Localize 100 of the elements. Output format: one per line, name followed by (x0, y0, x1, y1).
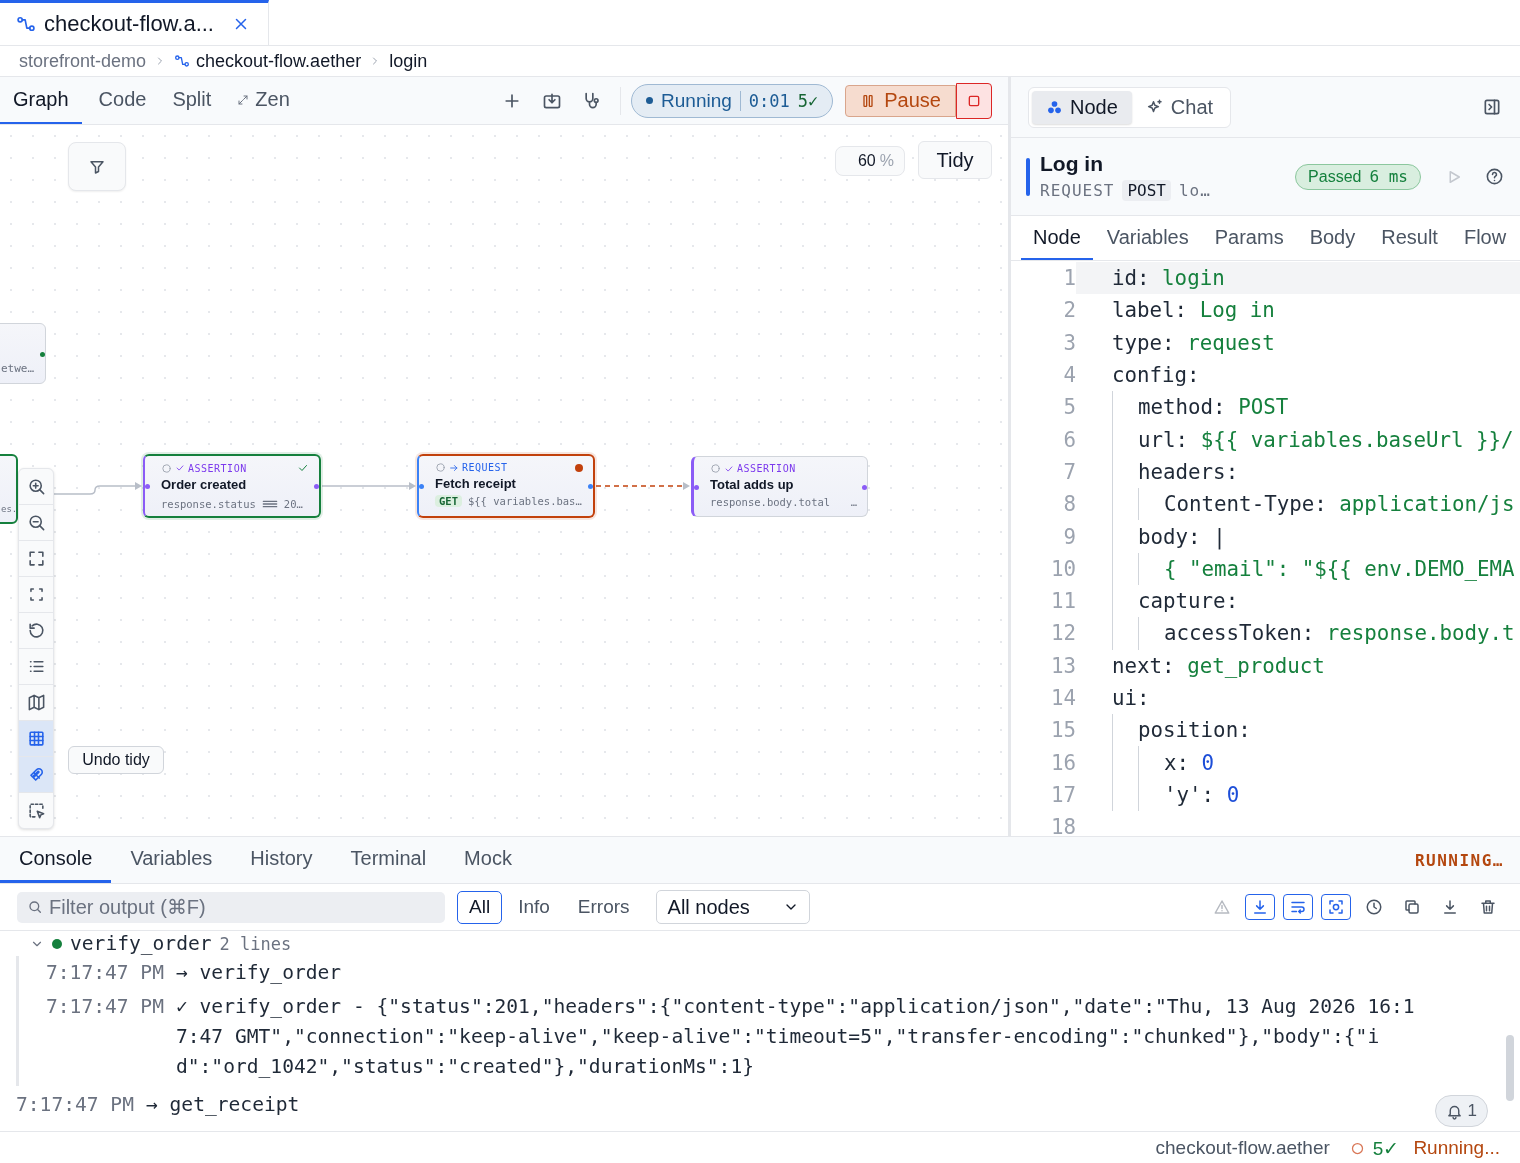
port-dot (694, 484, 699, 490)
code-line: 'y': 0 (1164, 782, 1240, 807)
status-ring-icon (710, 463, 721, 474)
scrollbar-thumb[interactable] (1506, 1035, 1514, 1101)
log-message: ✓ verify_order - {"status":201,"headers":{"content-type":"application/json","date":"Thu, 13 Aug 2026 16:17:47 GMT","connection":"keep-alive","keep-alive":"timeout=5","transfer-encoding":"chunked"},"body":{"id":"ord_1042","status":"created"},"durationMs":1} (175, 994, 1416, 1080)
code-line: method: POST (1138, 395, 1289, 420)
inspector-tab[interactable]: Node (1021, 216, 1093, 260)
flow-node[interactable]: etwe… (0, 323, 46, 384)
status-dot (575, 463, 583, 472)
inspector-tab[interactable]: Variables (1094, 216, 1201, 260)
node-detail: response.body.total (710, 496, 831, 508)
run-label: Running (661, 89, 732, 112)
node-detail: response.status (161, 498, 256, 510)
inspector-tab[interactable]: Params (1202, 216, 1296, 260)
status-ring-icon (435, 462, 446, 473)
console-tab[interactable]: History (231, 837, 332, 883)
mode-tab[interactable]: Chat (1131, 90, 1228, 124)
code-line: x: 0 (1164, 750, 1215, 775)
line-count: 2 lines (219, 933, 292, 956)
inspector-tab[interactable]: Result (1369, 216, 1450, 260)
file-tab[interactable]: checkout-flow.a... (0, 0, 269, 45)
flow-icon (16, 14, 36, 34)
node-dropdown[interactable]: All nodes (655, 890, 810, 924)
node-title: Order created (161, 477, 248, 492)
console-tool-button[interactable] (1321, 894, 1351, 920)
console-tab[interactable]: Terminal (331, 837, 446, 883)
code-line: Content-Type: application/js (1164, 492, 1515, 517)
log-message: → get_receipt (145, 1092, 301, 1118)
code-line: type: request (1112, 330, 1275, 355)
node-target: lo… (1178, 181, 1211, 200)
trash-icon (1479, 898, 1497, 916)
inspector-tab[interactable]: Body (1297, 216, 1368, 260)
view-tab[interactable]: Split (159, 77, 225, 124)
console-tool-button[interactable] (1245, 894, 1275, 920)
breadcrumb-link[interactable]: login (389, 50, 428, 72)
code-line: headers: (1138, 459, 1239, 484)
log-message: → verify_order (175, 960, 343, 986)
group-name[interactable]: verify_order (70, 932, 212, 956)
zoom-out-icon (26, 513, 46, 532)
method-badge: GET (435, 495, 462, 507)
node-value: … (850, 496, 857, 508)
node-detail: ${{ variables.bas… (467, 495, 582, 507)
code-line: id: login (1112, 266, 1225, 291)
console-tab[interactable]: Console (0, 837, 112, 883)
zoom-level: 60 % (835, 146, 905, 176)
method-badge: POST (1122, 180, 1171, 201)
console-tab[interactable]: Variables (111, 837, 232, 883)
notifications-button[interactable]: 1 (1434, 1095, 1488, 1127)
flow-node[interactable]: ASSERTION Order created response.status 20… (143, 454, 321, 518)
level-filter-button[interactable]: All (457, 890, 503, 924)
code-line: capture: (1138, 589, 1239, 614)
stop-button[interactable] (956, 82, 992, 119)
expand-icon (237, 93, 250, 106)
code-line: { "email": "${{ env.DEMO_EMA (1164, 556, 1515, 581)
view-tab[interactable]: Code (85, 77, 160, 124)
node-type: ASSERTION (188, 462, 247, 474)
canvas-tool-button[interactable] (19, 757, 53, 793)
port-dot (588, 484, 593, 489)
node-title: Log in (1040, 152, 1104, 176)
tidy-button[interactable]: Tidy (918, 141, 992, 179)
pause-button[interactable]: Pause (845, 84, 956, 117)
flow-icon (174, 53, 191, 69)
cluster-icon (1046, 98, 1063, 116)
port-dot (862, 484, 867, 490)
code-line: url: ${{ variables.baseUrl }}/ (1138, 427, 1514, 452)
canvas-tool-button[interactable] (19, 721, 53, 757)
flow-node[interactable]: es. (0, 454, 18, 524)
mode-tab[interactable]: Node (1032, 90, 1132, 124)
map-icon (26, 693, 46, 712)
inspector-tab[interactable]: Flow (1451, 216, 1519, 260)
breadcrumb-link[interactable]: checkout-flow.aether (174, 50, 362, 72)
node-type: REQUEST (1040, 181, 1115, 200)
log-time: 7:17:47 PM (16, 1092, 134, 1118)
status-file: checkout-flow.aether (1155, 1137, 1330, 1159)
view-tab[interactable]: Zen (224, 77, 303, 124)
level-filter-button[interactable]: Errors (565, 890, 642, 924)
grid-icon (26, 729, 46, 748)
flow-node[interactable]: REQUEST Fetch receipt GET ${{ variables.bas… (417, 454, 595, 518)
code-line: next: get_product (1112, 653, 1325, 678)
log-time: 7:17:47 PM (46, 994, 164, 1020)
scroll-down-icon (1251, 898, 1269, 916)
download-icon (1441, 898, 1459, 916)
flow-node[interactable]: ASSERTION Total adds up response.body.total … (691, 456, 868, 517)
port-dot (40, 351, 45, 357)
undo-tidy-button[interactable]: Undo tidy (68, 746, 164, 774)
code-line: accessToken: response.body.t (1164, 621, 1515, 646)
run-state: RUNNING… (1414, 850, 1505, 870)
level-filter-button[interactable]: Info (506, 890, 562, 924)
check-icon (724, 463, 734, 474)
port-dot (419, 484, 424, 489)
help-icon (1485, 167, 1504, 186)
node-value: 20… (283, 498, 303, 510)
breadcrumb-link[interactable]: storefront-demo (19, 50, 147, 72)
console-tool-button[interactable] (1283, 894, 1313, 920)
clock-icon (1365, 898, 1383, 916)
log-time: 7:17:47 PM (46, 960, 164, 986)
check-icon (297, 462, 309, 474)
console-tab[interactable]: Mock (445, 837, 531, 883)
code-line: label: Log in (1112, 298, 1275, 323)
node-detail: es. (1, 504, 16, 514)
